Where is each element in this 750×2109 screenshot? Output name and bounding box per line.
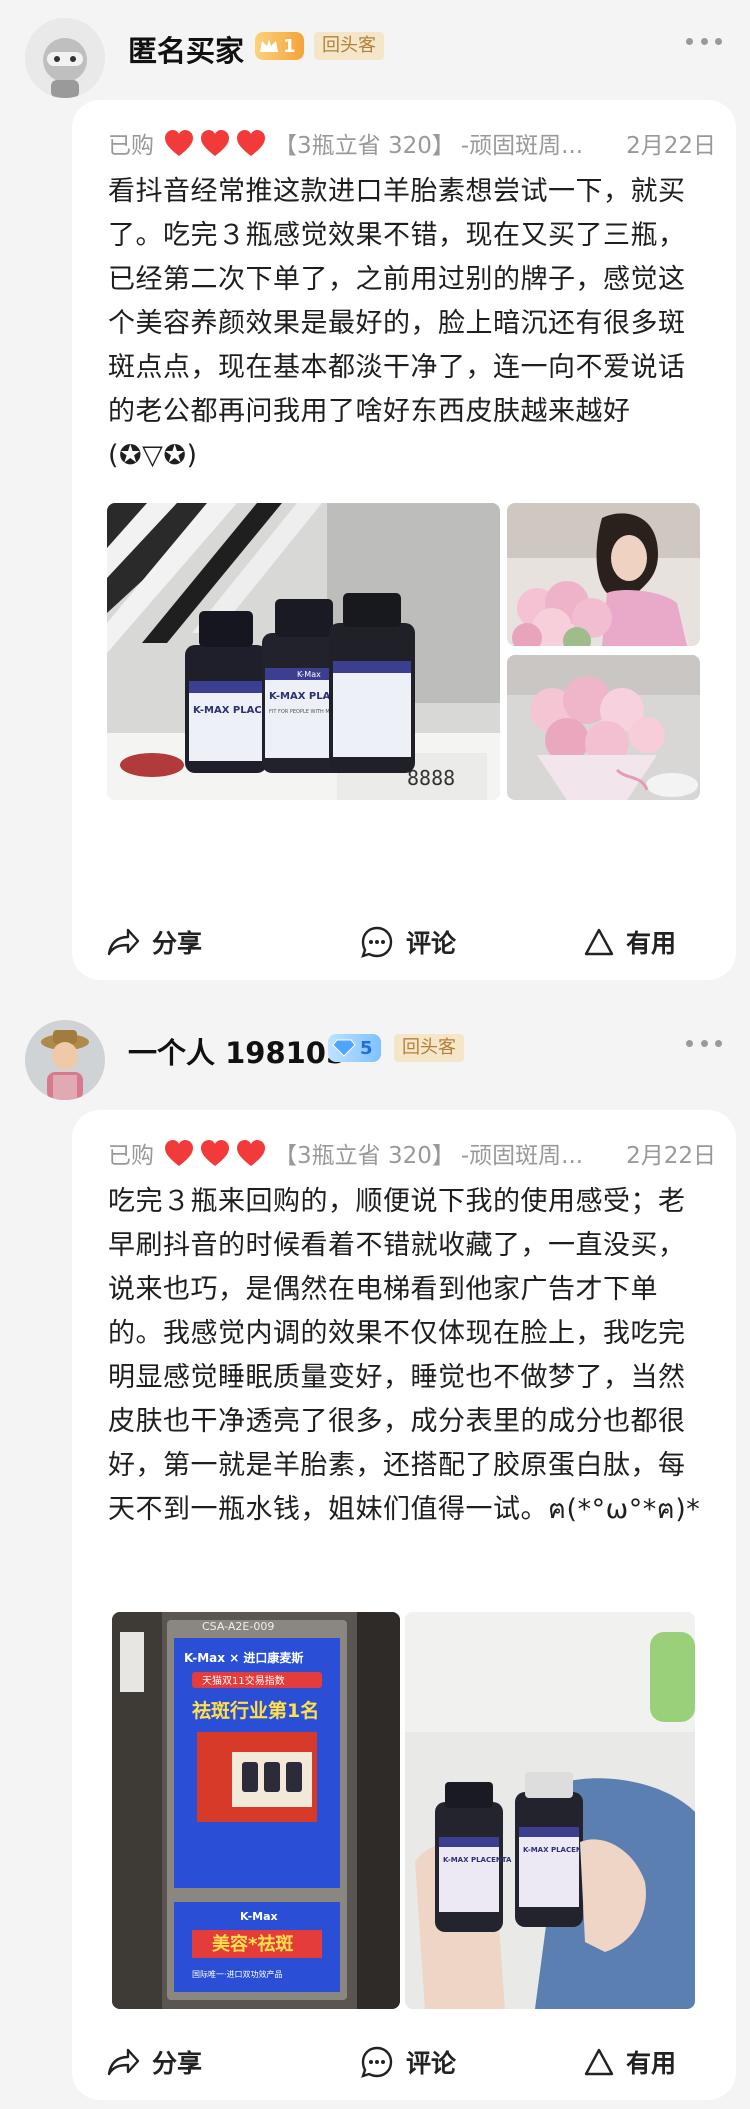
review-date: 2月22日 [626, 133, 716, 159]
review-2-header: 一个人 198105 5 回头客 [0, 1008, 750, 1108]
ad-brand: K-Max × 进口康麦斯 [184, 1650, 303, 1665]
diamond-icon [332, 1039, 356, 1057]
level-number: 1 [283, 35, 296, 57]
share-button[interactable]: 分享 [106, 920, 202, 964]
purchase-meta: 已购 【3瓶立省 320】 -顽固斑周... 2月22日 [108, 1136, 716, 1170]
useful-triangle-icon [584, 2048, 614, 2076]
heart-icon [201, 1140, 229, 1166]
share-icon [107, 2048, 140, 2076]
ad-code: CSA-A2E-009 [202, 1620, 274, 1633]
useful-button[interactable]: 有用 [584, 2040, 676, 2084]
review-1-header: 匿名买家 1 回头客 [0, 0, 750, 100]
purchase-spec: 【3瓶立省 320】 [274, 1143, 455, 1169]
heart-icon [201, 130, 229, 156]
purchase-meta: 已购 【3瓶立省 320】 -顽固斑周... 2月22日 [108, 126, 716, 160]
product-name: -顽固斑周... [460, 1143, 584, 1169]
level-badge: 1 [255, 32, 304, 60]
useful-label: 有用 [626, 929, 677, 958]
level-number: 5 [360, 1037, 373, 1059]
ad-slogan: 美容*祛斑 [212, 1933, 293, 1955]
display-digits: 8888 [407, 766, 455, 790]
comment-icon [361, 2046, 393, 2078]
ad-logo: K-Max [240, 1910, 278, 1923]
crown-icon [260, 39, 278, 52]
avatar[interactable] [25, 1020, 105, 1100]
username[interactable]: 一个人 198105 [128, 1030, 346, 1072]
review-photo-elevator-ad[interactable]: CSA-A2E-009 K-Max × 进口康麦斯 天猫双11交易指数 祛斑行业… [112, 1612, 400, 2009]
product-name: -顽固斑周... [460, 133, 584, 159]
comment-label: 评论 [406, 929, 457, 958]
repeat-customer-badge: 回头客 [314, 32, 384, 60]
heart-icon [165, 130, 193, 156]
ad-headline: 祛斑行业第1名 [192, 1699, 319, 1722]
more-options-icon[interactable] [686, 38, 722, 48]
share-label: 分享 [152, 2049, 203, 2078]
bottle-label: K-MAX PLACENTA [443, 1856, 512, 1864]
purchased-label: 已购 [108, 133, 154, 159]
review-photo-flowers[interactable] [507, 655, 700, 800]
purchased-label: 已购 [108, 1143, 154, 1169]
username[interactable]: 匿名买家 [128, 28, 244, 70]
heart-icon [165, 1140, 193, 1166]
review-photo-hand-bottles[interactable]: K-MAX PLACENTA K-MAX PLACENTA [405, 1612, 695, 2009]
purchase-spec: 【3瓶立省 320】 [274, 133, 455, 159]
share-icon [107, 928, 140, 956]
useful-triangle-icon [584, 928, 614, 956]
comment-label: 评论 [406, 2049, 457, 2078]
review-text: 看抖音经常推这款进口羊胎素想尝试一下，就买了。吃完３瓶感觉效果不错，现在又买了三… [108, 176, 686, 471]
review-photo-selfie[interactable] [507, 503, 700, 646]
more-options-icon[interactable] [686, 1040, 722, 1050]
comment-button[interactable]: 评论 [360, 920, 456, 964]
heart-icon [237, 1140, 265, 1166]
review-card: 已购 【3瓶立省 320】 -顽固斑周... 2月22日 吃完３瓶来回购的，顺便… [72, 1110, 736, 2100]
review-photo-bottles[interactable]: 8888 K-MAX PLACENTA K-Max K-MAX PLACENTA… [107, 503, 500, 800]
share-button[interactable]: 分享 [106, 2040, 202, 2084]
useful-label: 有用 [626, 2049, 677, 2078]
repeat-customer-badge: 回头客 [394, 1034, 464, 1062]
useful-button[interactable]: 有用 [584, 920, 676, 964]
action-bar: 分享 评论 有用 [72, 920, 736, 964]
action-bar: 分享 评论 有用 [72, 2040, 736, 2084]
ad-foot: 国际唯一·进口双功效产品 [192, 1969, 283, 1979]
comment-icon [361, 926, 393, 958]
review-text: 吃完３瓶来回购的，顺便说下我的使用感受；老早刷抖音的时候看着不错就收藏了，一直没… [108, 1186, 701, 1525]
level-badge: 5 [328, 1034, 381, 1062]
heart-icon [237, 130, 265, 156]
rating-hearts [164, 129, 266, 157]
share-label: 分享 [152, 929, 203, 958]
bottle-brand: K-Max [297, 670, 321, 679]
ad-event: 天猫双11交易指数 [202, 1674, 285, 1687]
rating-hearts [164, 1139, 266, 1167]
review-date: 2月22日 [626, 1143, 716, 1169]
avatar[interactable] [25, 18, 105, 98]
review-card: 已购 【3瓶立省 320】 -顽固斑周... 2月22日 看抖音经常推这款进口羊… [72, 100, 736, 980]
comment-button[interactable]: 评论 [360, 2040, 456, 2084]
